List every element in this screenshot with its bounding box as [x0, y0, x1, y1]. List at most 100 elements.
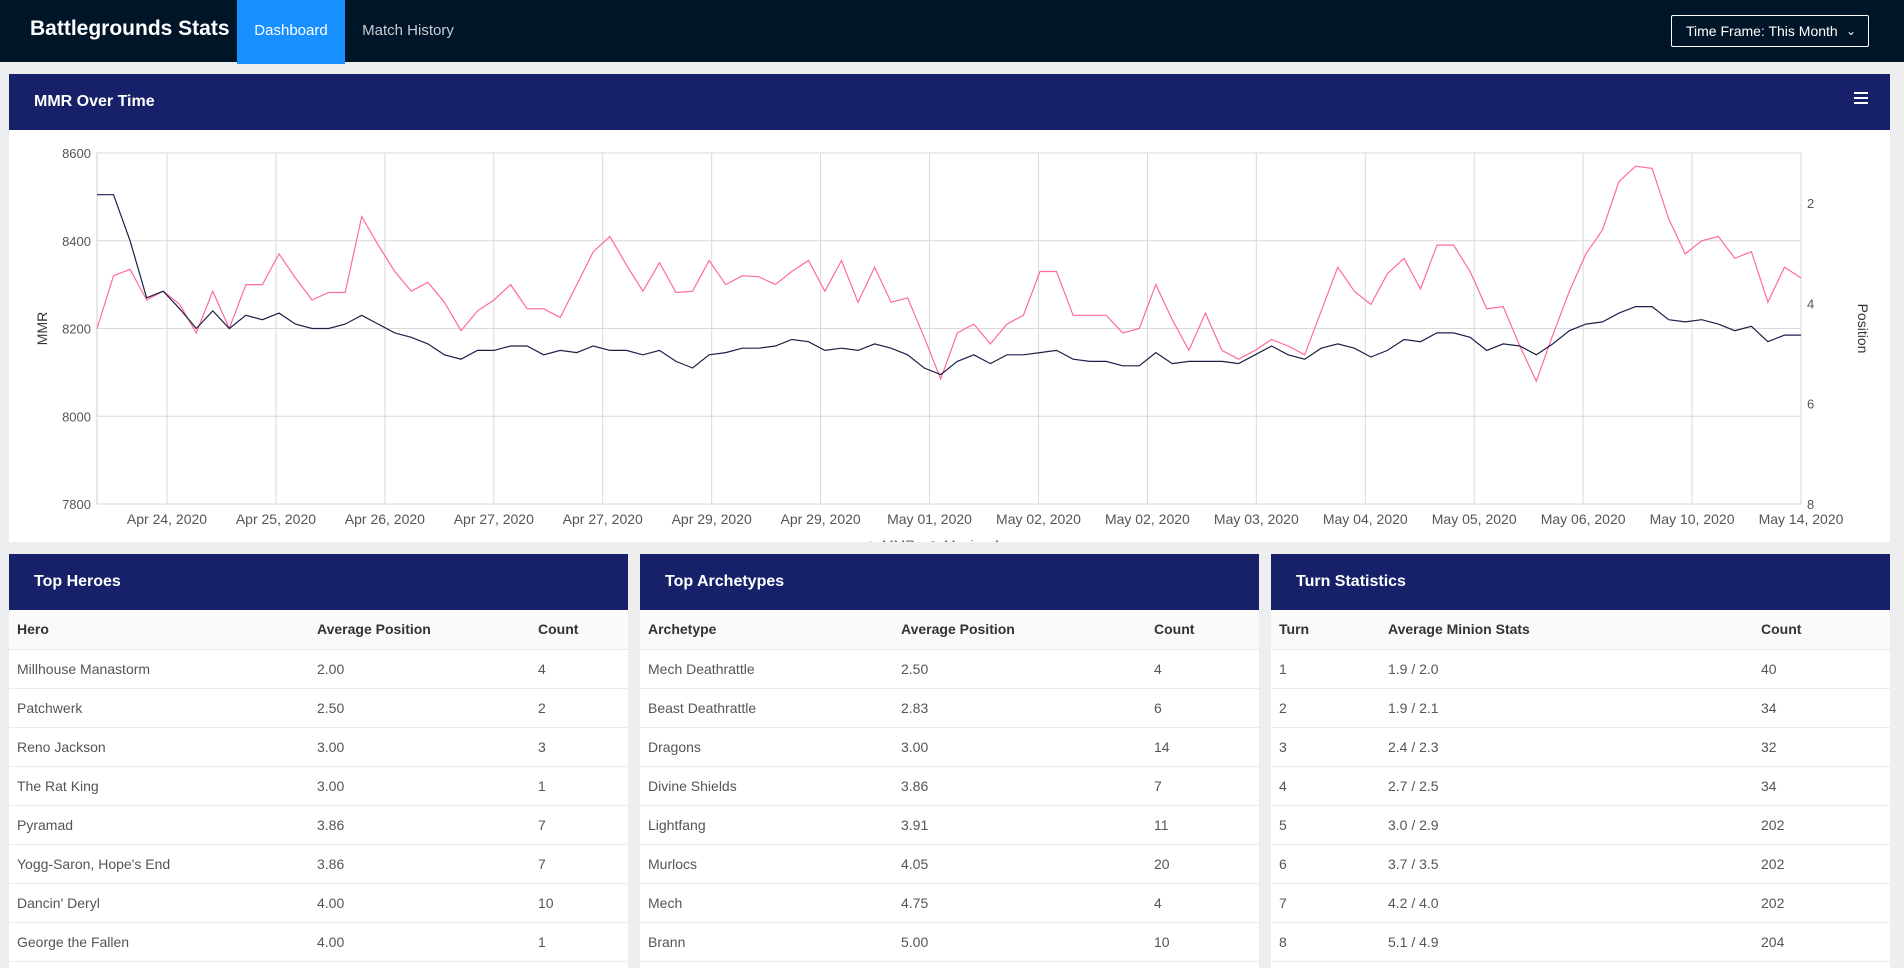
count: 202 — [1753, 805, 1890, 845]
turn-statistics-table: Turn Average Minion Stats Count 1 1.9 / 2… — [1271, 610, 1890, 962]
table-row[interactable]: Reno Jackson 3.00 3 — [9, 727, 628, 767]
archetype-name: Brann — [640, 922, 893, 962]
count: 4 — [1146, 883, 1259, 923]
count: 204 — [1753, 922, 1890, 962]
average-minion-stats: 3.7 / 3.5 — [1380, 844, 1753, 884]
count: 202 — [1753, 844, 1890, 884]
average-position: 2.50 — [309, 688, 530, 728]
count: 34 — [1753, 688, 1890, 728]
table-row[interactable]: 6 3.7 / 3.5 202 — [1271, 844, 1890, 884]
average-minion-stats: 5.1 / 4.9 — [1380, 922, 1753, 962]
table-row[interactable]: 7 4.2 / 4.0 202 — [1271, 883, 1890, 923]
turn-statistics-title: Turn Statistics — [1296, 573, 1406, 590]
app-brand[interactable]: Battlegrounds Stats — [30, 17, 230, 41]
table-row[interactable]: Yogg-Saron, Hope's End 3.86 7 — [9, 844, 628, 884]
y2-axis-title: Position — [1855, 304, 1871, 354]
tab-match-history[interactable]: Match History — [345, 0, 471, 64]
average-minion-stats: 1.9 / 2.1 — [1380, 688, 1753, 728]
table-row[interactable]: Murlocs 4.05 20 — [640, 844, 1259, 884]
count: 1 — [530, 922, 628, 962]
x-tick-label: Apr 29, 2020 — [781, 511, 861, 527]
top-archetypes-title: Top Archetypes — [665, 573, 785, 590]
count: 4 — [1146, 649, 1259, 689]
archetype-name: Dragons — [640, 727, 893, 767]
table-row[interactable]: 1 1.9 / 2.0 40 — [1271, 649, 1890, 689]
top-archetypes-card: Top Archetypes Archetype Average Positio… — [640, 554, 1259, 968]
x-tick-label: Apr 26, 2020 — [345, 511, 425, 527]
turn-statistics-header: Turn Statistics — [1271, 554, 1890, 610]
table-row[interactable]: 5 3.0 / 2.9 202 — [1271, 805, 1890, 845]
column-header-average-position[interactable]: Average Position — [309, 610, 530, 650]
average-minion-stats: 4.2 / 4.0 — [1380, 883, 1753, 923]
table-row[interactable]: George the Fallen 4.00 1 — [9, 922, 628, 962]
x-tick-label: Apr 24, 2020 — [127, 511, 207, 527]
timeframe-dropdown[interactable]: Time Frame: This Month ⌄ — [1671, 15, 1869, 47]
table-row[interactable]: 4 2.7 / 2.5 34 — [1271, 766, 1890, 806]
top-heroes-table: Hero Average Position Count Millhouse Ma… — [9, 610, 628, 962]
x-tick-label: May 02, 2020 — [996, 511, 1081, 527]
table-row[interactable]: Dragons 3.00 14 — [640, 727, 1259, 767]
column-header-average-minion-stats[interactable]: Average Minion Stats — [1380, 610, 1753, 650]
turn-number: 8 — [1271, 922, 1380, 962]
column-header-count[interactable]: Count — [1146, 610, 1259, 650]
table-row[interactable]: Millhouse Manastorm 2.00 4 — [9, 649, 628, 689]
table-row[interactable]: Divine Shields 3.86 7 — [640, 766, 1259, 806]
table-row[interactable]: Lightfang 3.91 11 — [640, 805, 1259, 845]
column-header-archetype[interactable]: Archetype — [640, 610, 893, 650]
count: 2 — [530, 688, 628, 728]
table-row[interactable]: 3 2.4 / 2.3 32 — [1271, 727, 1890, 767]
tab-dashboard[interactable]: Dashboard — [237, 0, 345, 64]
legend-label: MMR — [882, 537, 915, 542]
hero-name: Yogg-Saron, Hope's End — [9, 844, 309, 884]
average-position: 5.00 — [893, 922, 1146, 962]
hero-name: Pyramad — [9, 805, 309, 845]
y2-tick-label: 6 — [1807, 397, 1814, 412]
archetype-name: Mech Deathrattle — [640, 649, 893, 689]
column-header-count[interactable]: Count — [1753, 610, 1890, 650]
average-position: 4.75 — [893, 883, 1146, 923]
turn-number: 7 — [1271, 883, 1380, 923]
table-header-row: Hero Average Position Count — [9, 610, 628, 650]
table-row[interactable]: The Rat King 3.00 1 — [9, 766, 628, 806]
table-row[interactable]: Mech 4.75 4 — [640, 883, 1259, 923]
mmr-card: MMR Over Time 8600 8400 8200 8000 7800 2 4 6 8 MM… — [9, 74, 1890, 542]
top-heroes-card: Top Heroes Hero Average Position Count M… — [9, 554, 628, 968]
hero-name: The Rat King — [9, 766, 309, 806]
table-row[interactable]: Beast Deathrattle 2.83 6 — [640, 688, 1259, 728]
table-header-row: Archetype Average Position Count — [640, 610, 1259, 650]
legend-label: Moving Average — [944, 537, 1044, 542]
column-header-hero[interactable]: Hero — [9, 610, 309, 650]
hero-name: Millhouse Manastorm — [9, 649, 309, 689]
table-row[interactable]: Mech Deathrattle 2.50 4 — [640, 649, 1259, 689]
hero-name: Dancin' Deryl — [9, 883, 309, 923]
column-header-turn[interactable]: Turn — [1271, 610, 1380, 650]
average-position: 2.50 — [893, 649, 1146, 689]
count: 10 — [530, 883, 628, 923]
column-header-average-position[interactable]: Average Position — [893, 610, 1146, 650]
archetype-name: Mech — [640, 883, 893, 923]
table-row[interactable]: Brann 5.00 10 — [640, 922, 1259, 962]
average-minion-stats: 3.0 / 2.9 — [1380, 805, 1753, 845]
count: 34 — [1753, 766, 1890, 806]
average-position: 3.86 — [309, 805, 530, 845]
column-header-count[interactable]: Count — [530, 610, 628, 650]
table-row[interactable]: Dancin' Deryl 4.00 10 — [9, 883, 628, 923]
average-position: 3.00 — [309, 766, 530, 806]
hamburger-menu-icon[interactable] — [1854, 92, 1868, 106]
count: 40 — [1753, 649, 1890, 689]
x-tick-label: Apr 27, 2020 — [563, 511, 643, 527]
table-row[interactable]: Patchwerk 2.50 2 — [9, 688, 628, 728]
average-position: 3.00 — [893, 727, 1146, 767]
mmr-card-title: MMR Over Time — [34, 93, 155, 110]
y-axis-title: MMR — [34, 312, 50, 345]
count: 32 — [1753, 727, 1890, 767]
table-row[interactable]: 2 1.9 / 2.1 34 — [1271, 688, 1890, 728]
y-tick-label: 8200 — [62, 322, 91, 337]
timeframe-label: Time Frame: This Month — [1686, 23, 1838, 39]
table-row[interactable]: 8 5.1 / 4.9 204 — [1271, 922, 1890, 962]
table-row[interactable]: Pyramad 3.86 7 — [9, 805, 628, 845]
hero-name: Patchwerk — [9, 688, 309, 728]
top-archetypes-header: Top Archetypes — [640, 554, 1259, 610]
average-minion-stats: 2.4 / 2.3 — [1380, 727, 1753, 767]
average-position: 4.00 — [309, 883, 530, 923]
